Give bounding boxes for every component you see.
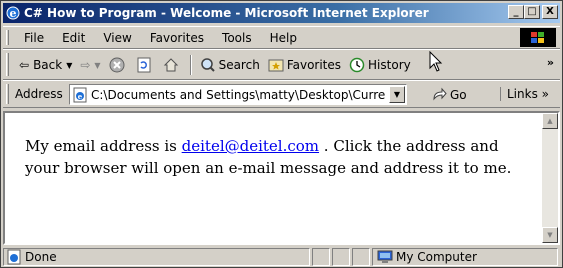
favorites-icon	[268, 59, 284, 72]
back-label: Back	[33, 58, 63, 72]
page-content: My email address is deitel@deitel.com . …	[3, 111, 560, 245]
page-icon: e	[73, 87, 87, 102]
ie-icon: e	[6, 6, 20, 20]
mouse-pointer-icon	[429, 51, 443, 72]
go-button[interactable]: Go	[431, 87, 467, 103]
forward-button[interactable]: ⇨ ▼	[76, 54, 104, 76]
home-button[interactable]	[159, 54, 186, 76]
refresh-icon	[137, 57, 151, 73]
address-label: Address	[15, 87, 63, 101]
toolbar-separator	[189, 55, 192, 75]
email-link[interactable]: deitel@deitel.com	[182, 137, 319, 155]
address-dropdown-icon[interactable]: ▼	[389, 86, 405, 103]
back-button[interactable]: ⇦ Back ▼	[15, 54, 76, 76]
menu-view[interactable]: View	[94, 30, 140, 46]
svg-text:e: e	[10, 7, 17, 20]
close-button[interactable]: X	[542, 5, 558, 19]
home-icon	[163, 58, 178, 72]
browser-window: e C# How to Program - Welcome - Microsof…	[0, 0, 563, 268]
menu-bar: File Edit View Favorites Tools Help	[3, 26, 560, 49]
menu-grip[interactable]	[6, 30, 9, 45]
menu-favorites[interactable]: Favorites	[141, 30, 213, 46]
favorites-label: Favorites	[286, 58, 342, 72]
status-panel-empty-3	[352, 248, 370, 266]
forward-arrow-icon: ⇨	[80, 58, 91, 72]
forward-dropdown-icon[interactable]: ▼	[94, 61, 100, 70]
menu-file[interactable]: File	[15, 30, 53, 46]
links-button[interactable]: Links »	[500, 87, 549, 101]
minimize-button[interactable]: _	[508, 5, 524, 19]
page-done-icon	[7, 249, 21, 265]
back-dropdown-icon[interactable]: ▼	[66, 61, 72, 70]
status-zone-panel: My Computer	[372, 248, 558, 266]
address-bar: Address e C:\Documents and Settings\matt…	[3, 80, 560, 108]
history-button[interactable]: History	[345, 54, 415, 76]
go-label: Go	[450, 88, 467, 102]
search-button[interactable]: Search	[196, 54, 264, 76]
favorites-button[interactable]: Favorites	[264, 54, 345, 76]
history-icon	[349, 57, 365, 73]
windows-logo-icon	[520, 28, 556, 47]
status-text-panel: Done	[3, 248, 310, 266]
menu-tools[interactable]: Tools	[213, 30, 261, 46]
status-text: Done	[25, 250, 57, 264]
scroll-up-icon[interactable]: ▲	[542, 113, 558, 129]
menu-help[interactable]: Help	[261, 30, 306, 46]
window-title: C# How to Program - Welcome - Microsoft …	[24, 6, 429, 20]
address-field[interactable]: e C:\Documents and Settings\matty\Deskto…	[69, 84, 407, 105]
vertical-scrollbar[interactable]: ▲ ▼	[542, 113, 558, 243]
address-grip[interactable]	[6, 84, 9, 104]
history-label: History	[368, 58, 411, 72]
text-before: My email address is	[25, 137, 182, 155]
refresh-button[interactable]	[132, 54, 159, 76]
maximize-button[interactable]: □	[524, 5, 540, 19]
stop-button[interactable]	[105, 54, 132, 76]
go-arrow-icon	[433, 87, 447, 101]
status-panel-empty-1	[312, 248, 330, 266]
standard-toolbar: ⇦ Back ▼ ⇨ ▼ Search Favorites History »	[3, 49, 560, 80]
email-paragraph: My email address is deitel@deitel.com . …	[25, 135, 525, 179]
stop-icon	[109, 57, 125, 73]
search-icon	[200, 58, 215, 72]
menu-edit[interactable]: Edit	[53, 30, 94, 46]
status-bar: Done My Computer	[3, 247, 560, 267]
search-label: Search	[218, 58, 260, 72]
address-input[interactable]: C:\Documents and Settings\matty\Desktop\…	[91, 88, 391, 102]
svg-text:e: e	[78, 92, 83, 101]
back-arrow-icon: ⇦	[19, 58, 30, 72]
scroll-down-icon[interactable]: ▼	[542, 227, 558, 243]
my-computer-icon	[377, 250, 393, 263]
toolbar-grip[interactable]	[6, 53, 9, 76]
status-zone: My Computer	[396, 250, 477, 264]
title-bar[interactable]: e C# How to Program - Welcome - Microsof…	[3, 3, 560, 23]
status-panel-empty-2	[332, 248, 350, 266]
toolbar-overflow-chevron[interactable]: »	[547, 56, 554, 69]
